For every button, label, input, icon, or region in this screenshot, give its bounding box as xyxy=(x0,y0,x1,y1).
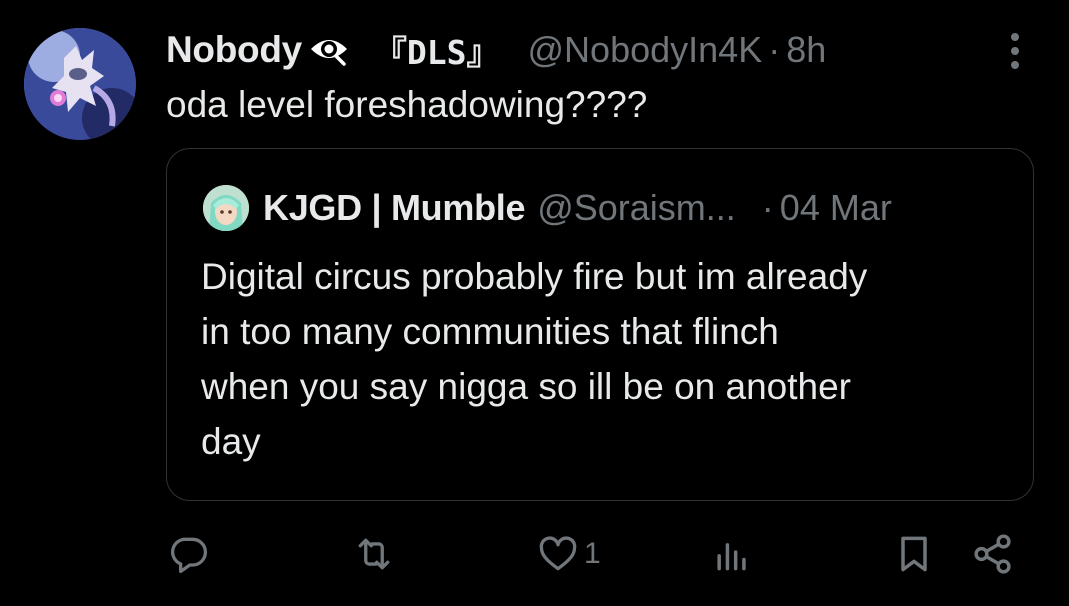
quoted-post-timestamp[interactable]: 04 Mar xyxy=(780,187,892,229)
tweet[interactable]: Nobody 『DLS』 @NobodyIn4K · 8h oda level … xyxy=(0,0,1069,606)
quoted-post-text: Digital circus probably fire but im alre… xyxy=(201,256,868,462)
share-button[interactable] xyxy=(970,526,1016,582)
post-header: Nobody 『DLS』 @NobodyIn4K · 8h xyxy=(166,22,826,78)
heart-icon xyxy=(539,536,577,571)
analytics-icon xyxy=(717,543,746,571)
more-options-button[interactable] xyxy=(1000,30,1030,72)
share-icon xyxy=(974,534,1011,574)
bookmark-icon xyxy=(901,536,927,572)
quoted-post[interactable]: KJGD | Mumble @Soraism... · 04 Mar Digit… xyxy=(166,148,1034,501)
like-button[interactable]: 1 xyxy=(536,526,601,582)
more-vertical-icon xyxy=(1011,33,1019,69)
post-timestamp[interactable]: 8h xyxy=(786,29,826,71)
repost-button[interactable] xyxy=(352,526,400,582)
quoted-author-handle[interactable]: @Soraism... xyxy=(537,187,736,229)
action-bar: 1 xyxy=(0,526,1069,586)
separator-dot: · xyxy=(768,29,781,70)
author-tag: 『DLS』 xyxy=(373,33,500,72)
author-display-name[interactable]: Nobody xyxy=(166,29,302,71)
quoted-post-header: KJGD | Mumble @Soraism... · 04 Mar xyxy=(203,183,892,233)
like-count: 1 xyxy=(584,537,601,570)
author-handle[interactable]: @NobodyIn4K xyxy=(528,29,763,71)
bookmark-button[interactable] xyxy=(892,526,936,582)
author-avatar[interactable] xyxy=(24,28,136,140)
reply-icon xyxy=(171,537,208,574)
views-button[interactable] xyxy=(710,526,758,582)
separator-dot: · xyxy=(761,187,774,228)
repost-icon xyxy=(358,538,390,570)
reply-button[interactable] xyxy=(166,526,214,582)
quoted-author-avatar xyxy=(203,185,249,231)
quoted-author-display-name[interactable]: KJGD | Mumble xyxy=(263,187,526,229)
post-text: oda level foreshadowing???? xyxy=(166,84,648,125)
eye-icon xyxy=(308,33,350,67)
